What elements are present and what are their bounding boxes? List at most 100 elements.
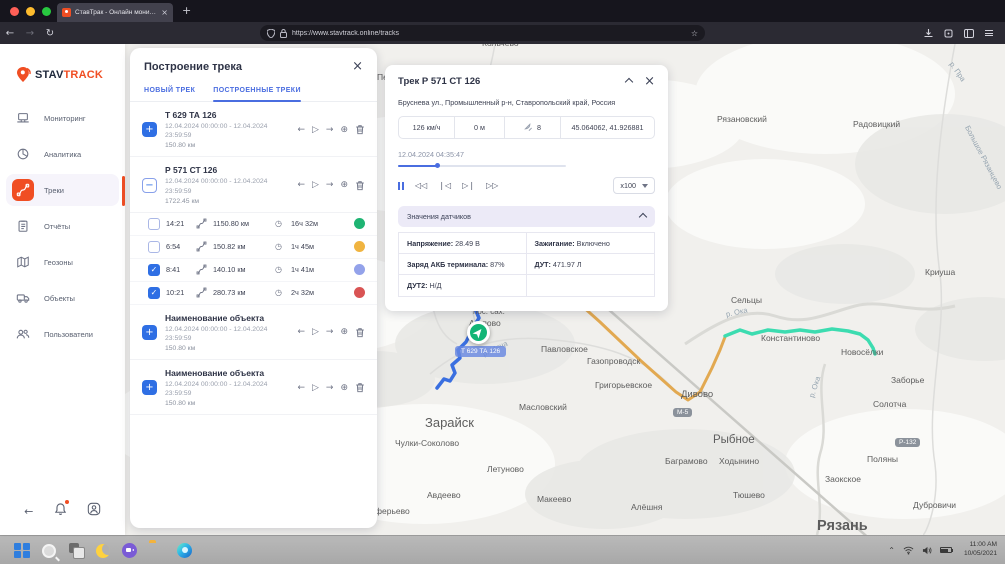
collapse-sidebar-icon[interactable]: ← xyxy=(24,505,33,518)
forward-icon[interactable]: → xyxy=(20,28,40,39)
tracking-shield-icon[interactable] xyxy=(267,29,275,38)
sensors-header[interactable]: Значения датчиков xyxy=(398,206,655,227)
play-track-icon[interactable]: ▷ xyxy=(312,180,319,190)
track-segment-row[interactable]: 14:21 1150.80 км ◷ 16ч 32м xyxy=(130,213,377,236)
bookmark-star-icon[interactable]: ☆ xyxy=(691,29,698,38)
browser-tab[interactable]: СтавТрак - Онлайн мониторин × xyxy=(57,3,173,22)
next-track-icon[interactable]: → xyxy=(326,327,334,337)
step-forward-icon[interactable]: ▷❘ xyxy=(462,181,475,190)
collapse-minus-icon[interactable]: − xyxy=(142,178,157,193)
prev-track-icon[interactable]: ← xyxy=(297,180,305,190)
video-chat-app-icon[interactable] xyxy=(122,543,137,558)
battery-icon[interactable] xyxy=(940,547,952,553)
track-item[interactable]: + Т 629 ТА 126 12.04.2024 00:00:00 - 12.… xyxy=(130,102,377,157)
moon-app-icon[interactable] xyxy=(96,544,110,558)
window-zoom-button[interactable] xyxy=(42,7,51,16)
vehicle-plate-badge[interactable]: Т 629 ТА 126 xyxy=(455,346,506,357)
menu-icon[interactable] xyxy=(985,30,993,36)
segment-checkbox[interactable] xyxy=(148,241,160,253)
window-minimize-button[interactable] xyxy=(26,7,35,16)
url-bar[interactable]: https://www.stavtrack.online/tracks ☆ xyxy=(260,25,705,41)
collapse-sensors-icon[interactable] xyxy=(639,212,647,220)
tray-expand-icon[interactable]: ⌃ xyxy=(888,546,895,555)
back-icon[interactable]: ← xyxy=(0,28,20,39)
notifications-bell-icon[interactable] xyxy=(54,502,67,521)
extensions-icon[interactable] xyxy=(944,29,953,38)
track-segment-row[interactable]: ✓ 8:41 140.10 км ◷ 1ч 41м xyxy=(130,259,377,282)
collapse-panel-icon[interactable] xyxy=(625,77,633,85)
segment-checkbox[interactable]: ✓ xyxy=(148,287,160,299)
prev-track-icon[interactable]: ← xyxy=(297,125,305,135)
tab-built-tracks[interactable]: ПОСТРОЕННЫЕ ТРЕКИ xyxy=(213,81,301,101)
step-back-icon[interactable]: ❘◁ xyxy=(438,181,451,190)
sidebar-item-monitoring[interactable]: Мониторинг xyxy=(6,102,119,134)
sidebar-item-reports[interactable]: Отчёты xyxy=(6,210,119,242)
profile-icon[interactable] xyxy=(87,502,101,521)
expand-plus-icon[interactable]: + xyxy=(142,122,157,137)
url-text[interactable]: https://www.stavtrack.online/tracks xyxy=(292,30,686,37)
tab-close-icon[interactable]: × xyxy=(161,9,168,17)
playback-slider[interactable] xyxy=(398,165,566,167)
track-item[interactable]: − Р 571 СТ 126 12.04.2024 00:00:00 - 12.… xyxy=(130,157,377,212)
track-item[interactable]: + Наименование объекта 12.04.2024 00:00:… xyxy=(130,360,377,415)
geozones-icon xyxy=(12,251,34,273)
delete-track-icon[interactable] xyxy=(355,327,365,338)
expand-plus-icon[interactable]: + xyxy=(142,380,157,395)
map-place-label: Рыбное xyxy=(713,434,755,446)
tab-new-track[interactable]: НОВЫЙ ТРЕК xyxy=(144,81,195,101)
prev-track-icon[interactable]: ← xyxy=(297,383,305,393)
window-controls[interactable] xyxy=(10,7,51,16)
segment-time: 8:41 xyxy=(166,265,190,274)
reports-icon xyxy=(12,215,34,237)
next-track-icon[interactable]: → xyxy=(326,125,334,135)
pause-icon[interactable] xyxy=(398,182,404,190)
lock-icon[interactable] xyxy=(280,29,287,38)
locate-track-icon[interactable]: ⊕ xyxy=(340,383,348,393)
locate-track-icon[interactable]: ⊕ xyxy=(340,180,348,190)
track-item[interactable]: + Наименование объекта 12.04.2024 00:00:… xyxy=(130,305,377,360)
rewind-icon[interactable]: ◁◁ xyxy=(415,181,427,190)
prev-track-icon[interactable]: ← xyxy=(297,327,305,337)
task-view-icon[interactable] xyxy=(68,542,84,558)
expand-plus-icon[interactable]: + xyxy=(142,325,157,340)
new-tab-button[interactable]: + xyxy=(182,4,191,17)
downloads-icon[interactable] xyxy=(924,29,933,38)
volume-icon[interactable] xyxy=(922,546,932,555)
sidebars-icon[interactable] xyxy=(964,29,974,38)
delete-track-icon[interactable] xyxy=(355,180,365,191)
locate-track-icon[interactable]: ⊕ xyxy=(340,327,348,337)
taskbar-clock[interactable]: 11:00 AM 10/05/2021 xyxy=(964,541,997,559)
reload-icon[interactable]: ↻ xyxy=(40,28,60,39)
window-close-button[interactable] xyxy=(10,7,19,16)
play-track-icon[interactable]: ▷ xyxy=(312,327,319,337)
next-track-icon[interactable]: → xyxy=(326,383,334,393)
delete-track-icon[interactable] xyxy=(355,382,365,393)
sidebar-item-analytics[interactable]: Аналитика xyxy=(6,138,119,170)
locate-track-icon[interactable]: ⊕ xyxy=(340,125,348,135)
start-button-icon[interactable] xyxy=(14,542,30,558)
segment-checkbox[interactable] xyxy=(148,218,160,230)
sensors-table: Напряжение: 28.49 В Зажигание: Включено … xyxy=(398,232,655,297)
sidebar-item-users[interactable]: Пользователи xyxy=(6,318,119,350)
panel-close-icon[interactable]: × xyxy=(352,60,363,73)
sidebar-item-tracks[interactable]: Треки xyxy=(6,174,119,206)
playback-slider-handle[interactable] xyxy=(435,163,440,168)
taskbar-search-icon[interactable] xyxy=(42,544,56,558)
sidebar-item-geozones[interactable]: Геозоны xyxy=(6,246,119,278)
sidebar-item-label: Отчёты xyxy=(44,222,70,231)
file-explorer-icon[interactable] xyxy=(149,542,165,558)
fast-forward-icon[interactable]: ▷▷ xyxy=(486,181,498,190)
track-segment-row[interactable]: 6:54 150.82 км ◷ 1ч 45м xyxy=(130,236,377,259)
wifi-icon[interactable] xyxy=(903,546,914,555)
sidebar-item-objects[interactable]: Объекты xyxy=(6,282,119,314)
track-segment-row[interactable]: ✓ 10:21 280.73 км ◷ 2ч 32м xyxy=(130,282,377,305)
delete-track-icon[interactable] xyxy=(355,124,365,135)
next-track-icon[interactable]: → xyxy=(326,180,334,190)
vehicle-marker[interactable] xyxy=(467,321,490,344)
edge-browser-icon[interactable] xyxy=(177,543,192,558)
play-track-icon[interactable]: ▷ xyxy=(312,383,319,393)
play-track-icon[interactable]: ▷ xyxy=(312,125,319,135)
segment-checkbox[interactable]: ✓ xyxy=(148,264,160,276)
playback-speed-select[interactable]: x100 xyxy=(613,177,655,194)
close-detail-icon[interactable]: × xyxy=(644,75,655,88)
